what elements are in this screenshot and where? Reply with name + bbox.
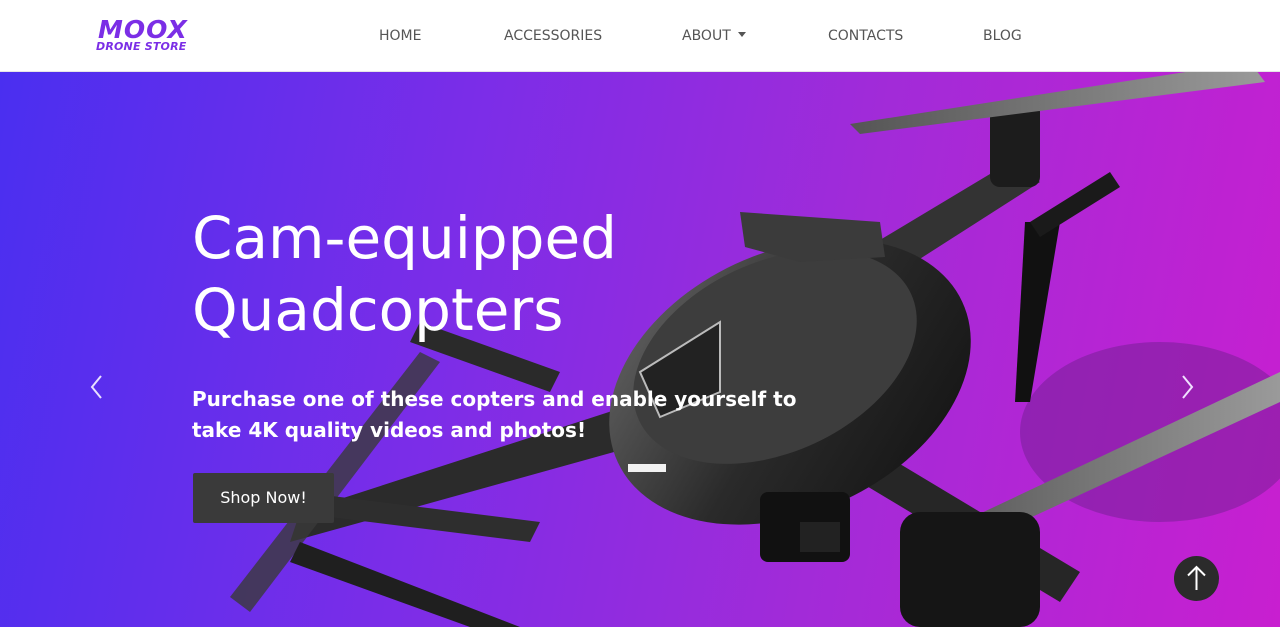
carousel-next-button[interactable] (1172, 372, 1202, 402)
nav-blog[interactable]: BLOG (983, 27, 1022, 45)
hero-slider: Cam-equipped Quadcopters Purchase one of… (0, 72, 1280, 627)
logo[interactable]: MOOX DRONE STORE (96, 16, 206, 56)
carousel-prev-button[interactable] (82, 372, 112, 402)
logo-tagline: DRONE STORE (96, 40, 187, 53)
hero-description: Purchase one of these copters and enable… (192, 387, 797, 442)
nav-about-label: ABOUT (682, 28, 731, 44)
nav-about[interactable]: ABOUT (682, 27, 746, 45)
drone-image (230, 72, 1280, 627)
arrow-up-icon (1187, 565, 1206, 590)
caret-down-icon (737, 32, 746, 37)
hero-title: Cam-equipped Quadcopters (192, 204, 617, 344)
shop-now-button[interactable]: Shop Now! (193, 473, 334, 523)
scroll-to-top-button[interactable] (1174, 556, 1219, 601)
chevron-left-icon (90, 375, 102, 399)
chevron-right-icon (1182, 375, 1194, 399)
nav-home[interactable]: HOME (379, 27, 421, 45)
site-header: MOOX DRONE STORE HOME ACCESSORIES ABOUT … (0, 0, 1280, 72)
nav-contacts[interactable]: CONTACTS (828, 27, 903, 45)
nav-accessories[interactable]: ACCESSORIES (504, 27, 602, 45)
